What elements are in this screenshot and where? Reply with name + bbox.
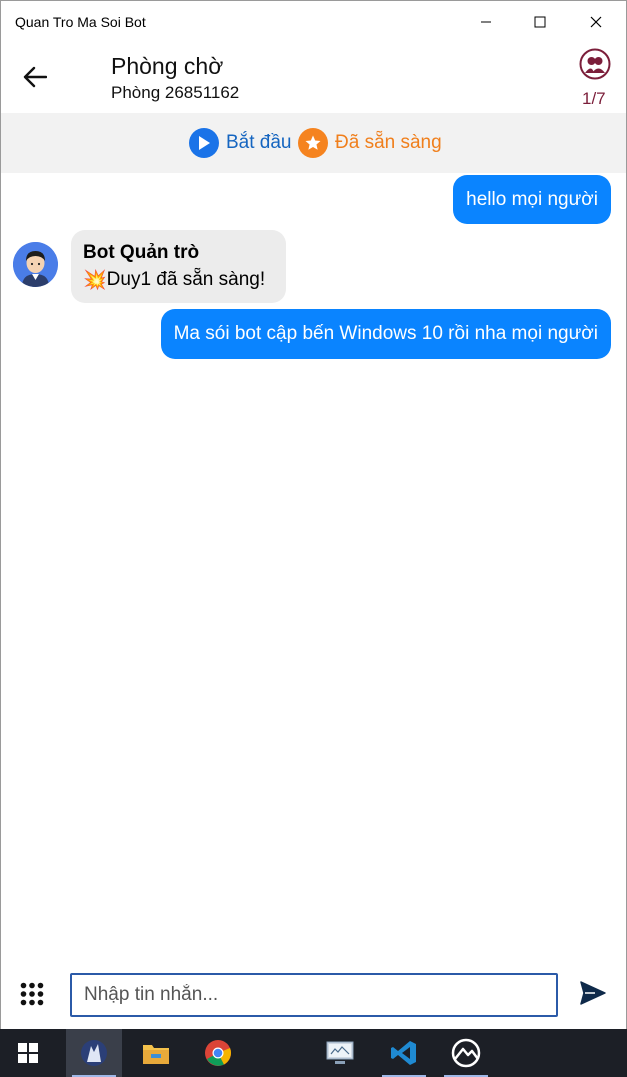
room-header: Phòng chờ Phòng 26851162 1/7 <box>1 43 626 113</box>
minimize-button[interactable] <box>463 1 509 43</box>
windows-start-icon[interactable] <box>0 1029 56 1077</box>
chrome-icon[interactable] <box>190 1029 246 1077</box>
outgoing-message: Ma sói bot cập bến Windows 10 rồi nha mọ… <box>160 309 611 359</box>
vscode-icon[interactable] <box>376 1029 432 1077</box>
people-icon[interactable] <box>579 48 611 80</box>
play-icon <box>189 128 219 158</box>
star-icon <box>298 128 328 158</box>
message-text: Ma sói bot cập bến Windows 10 rồi nha mọ… <box>173 323 598 344</box>
start-label: Bắt đầu <box>226 132 292 153</box>
message-input[interactable] <box>70 973 558 1017</box>
window-title: Quan Tro Ma Soi Bot <box>15 14 146 30</box>
app-window: Quan Tro Ma Soi Bot Phòng chờ Phòng 2685… <box>0 0 627 1029</box>
remote-desktop-icon[interactable] <box>312 1029 368 1077</box>
composer <box>1 961 626 1029</box>
explosion-icon: 💥 <box>83 270 107 291</box>
app-icon[interactable] <box>438 1029 494 1077</box>
back-arrow-icon[interactable] <box>19 61 51 93</box>
werewolf-app-icon[interactable] <box>66 1029 122 1077</box>
room-id: Phòng 26851162 <box>111 83 240 102</box>
start-button[interactable]: Bắt đầu <box>189 128 292 158</box>
action-bar: Bắt đầu Đã sẵn sàng <box>1 113 626 173</box>
outgoing-message: hello mọi người <box>453 175 611 224</box>
close-button[interactable] <box>573 1 619 43</box>
player-count: 1/7 <box>582 89 606 108</box>
message-text: Duy1 đã sẵn sàng! <box>106 269 266 290</box>
title-bar: Quan Tro Ma Soi Bot <box>1 1 626 43</box>
maximize-button[interactable] <box>517 1 563 43</box>
send-icon[interactable] <box>579 979 607 1007</box>
keypad-icon[interactable] <box>20 982 44 1006</box>
page-title: Phòng chờ <box>111 53 224 79</box>
message-text: hello mọi người <box>466 188 598 210</box>
avatar <box>13 242 58 287</box>
sender-name: Bot Quản trò <box>83 242 200 263</box>
message-body: 💥 Duy1 đã sẵn sàng! <box>83 268 274 292</box>
file-explorer-icon[interactable] <box>128 1029 184 1077</box>
ready-label: Đã sẵn sàng <box>335 132 442 153</box>
incoming-message: Bot Quản trò 💥 Duy1 đã sẵn sàng! <box>71 230 286 303</box>
taskbar <box>0 1029 627 1077</box>
ready-button[interactable]: Đã sẵn sàng <box>298 128 442 158</box>
